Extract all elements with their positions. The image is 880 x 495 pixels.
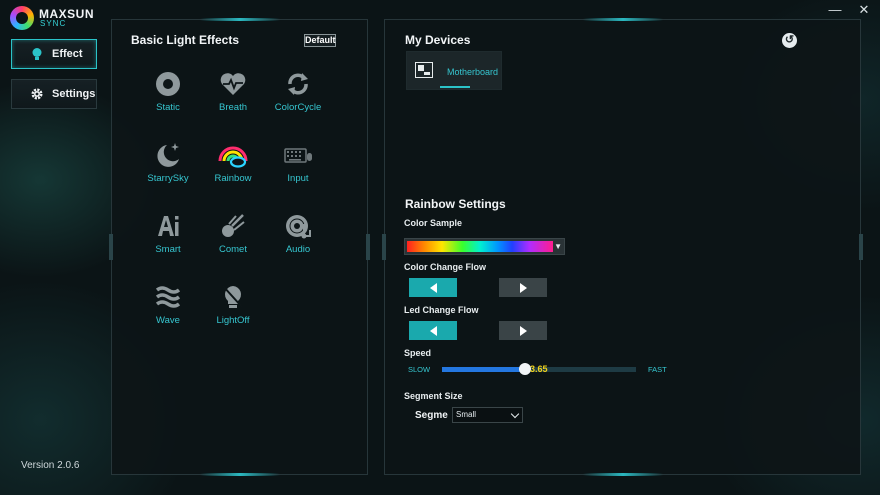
- speed-slider-fill: [442, 367, 526, 372]
- moon-stars-icon: [157, 143, 179, 167]
- my-devices-title: My Devices: [405, 33, 471, 47]
- effect-lightoff[interactable]: LightOff: [203, 283, 263, 326]
- device-selected-indicator: [440, 86, 470, 88]
- color-sample-label: Color Sample: [404, 218, 463, 228]
- color-sample-dropdown[interactable]: ▼: [404, 238, 565, 255]
- effect-smart-label: Smart: [155, 244, 181, 255]
- effect-comet-label: Comet: [219, 244, 247, 255]
- arrow-left-icon: [429, 282, 437, 293]
- effect-rainbow-label: Rainbow: [214, 173, 252, 184]
- segme-label: Segme: [415, 410, 448, 421]
- ai-icon: [158, 216, 179, 236]
- panel-side-tab: [366, 234, 370, 260]
- keyboard-icon: [284, 148, 312, 163]
- effect-breath-label: Breath: [219, 102, 247, 113]
- panel-side-tab: [382, 234, 386, 260]
- device-label: Motherboard: [447, 67, 499, 77]
- color-flow-right-button[interactable]: [499, 278, 547, 297]
- arrow-right-icon: [519, 325, 527, 336]
- app-logo: MAXSUN SYNC: [10, 6, 94, 30]
- sub-brand-name: SYNC: [40, 19, 67, 28]
- effect-static-label: Static: [156, 102, 180, 113]
- segment-size-value: Small: [456, 410, 477, 419]
- effect-audio[interactable]: Audio: [268, 212, 328, 255]
- speed-slow-label: SLOW: [408, 365, 431, 374]
- device-card-motherboard[interactable]: Motherboard: [406, 51, 502, 90]
- panel-side-tab: [859, 234, 863, 260]
- rainbow-icon: [218, 146, 248, 168]
- effect-input[interactable]: Input: [268, 141, 328, 184]
- led-flow-right-button[interactable]: [499, 321, 547, 340]
- chevron-down-icon: [510, 409, 520, 419]
- effect-static[interactable]: Static: [138, 70, 198, 113]
- color-change-flow-label: Color Change Flow: [404, 262, 486, 272]
- basic-light-effects-title: Basic Light Effects: [131, 33, 240, 47]
- led-change-flow-label: Led Change Flow: [404, 305, 479, 315]
- effect-audio-label: Audio: [285, 244, 311, 255]
- speed-fast-label: FAST: [648, 365, 667, 374]
- effect-wave-label: Wave: [156, 315, 180, 326]
- effect-rainbow[interactable]: Rainbow: [203, 141, 263, 184]
- effect-wave[interactable]: Wave: [138, 283, 198, 326]
- version-label: Version 2.0.6: [21, 460, 80, 471]
- static-icon: [156, 72, 180, 96]
- color-flow-left-button[interactable]: [409, 278, 457, 297]
- nav-settings-label: Settings: [52, 88, 96, 100]
- nav-effect-button[interactable]: Effect: [11, 39, 97, 69]
- effect-breath[interactable]: Breath: [203, 70, 263, 113]
- nav-settings-button[interactable]: Settings: [11, 79, 97, 109]
- maxsun-logo-icon: [10, 6, 34, 30]
- chevron-down-icon: ▼: [554, 242, 562, 251]
- cycle-icon: [288, 73, 308, 95]
- effect-starrysky[interactable]: StarrySky: [138, 141, 198, 184]
- heartbeat-icon: [220, 73, 246, 95]
- audio-icon: [286, 215, 311, 239]
- effect-smart[interactable]: Smart: [138, 212, 198, 255]
- nav-effect-label: Effect: [52, 48, 83, 60]
- basic-light-effects-panel: Basic Light Effects Default Static Breat…: [109, 19, 370, 475]
- effect-comet[interactable]: Comet: [203, 212, 263, 255]
- speed-label: Speed: [404, 348, 432, 358]
- arrow-right-icon: [519, 282, 527, 293]
- bulb-icon: [32, 48, 42, 60]
- comet-icon: [222, 214, 245, 237]
- gear-icon: [31, 88, 43, 100]
- rainbow-settings-title: Rainbow Settings: [405, 197, 506, 211]
- effect-colorcycle[interactable]: ColorCycle: [268, 70, 328, 113]
- close-button[interactable]: ✕: [853, 1, 875, 19]
- panel-side-tab: [109, 234, 113, 260]
- effect-input-label: Input: [287, 173, 309, 184]
- motherboard-icon: [415, 62, 433, 78]
- effect-colorcycle-label: ColorCycle: [274, 102, 322, 113]
- segment-size-dropdown[interactable]: Small: [452, 407, 523, 423]
- effect-starrysky-label: StarrySky: [147, 173, 189, 184]
- rainbow-gradient-swatch: [407, 241, 553, 252]
- arrow-left-icon: [429, 325, 437, 336]
- speed-value: 3.65: [530, 364, 548, 374]
- bulb-off-icon: [222, 285, 243, 308]
- led-flow-left-button[interactable]: [409, 321, 457, 340]
- wave-icon: [155, 286, 181, 308]
- default-button[interactable]: Default: [304, 34, 336, 47]
- minimize-button[interactable]: —: [824, 1, 846, 19]
- refresh-button[interactable]: ↺: [782, 33, 797, 48]
- devices-settings-panel: My Devices ↺ Motherboard Rainbow Setting…: [382, 19, 863, 475]
- segment-size-label: Segment Size: [404, 391, 463, 401]
- effect-lightoff-label: LightOff: [216, 315, 250, 326]
